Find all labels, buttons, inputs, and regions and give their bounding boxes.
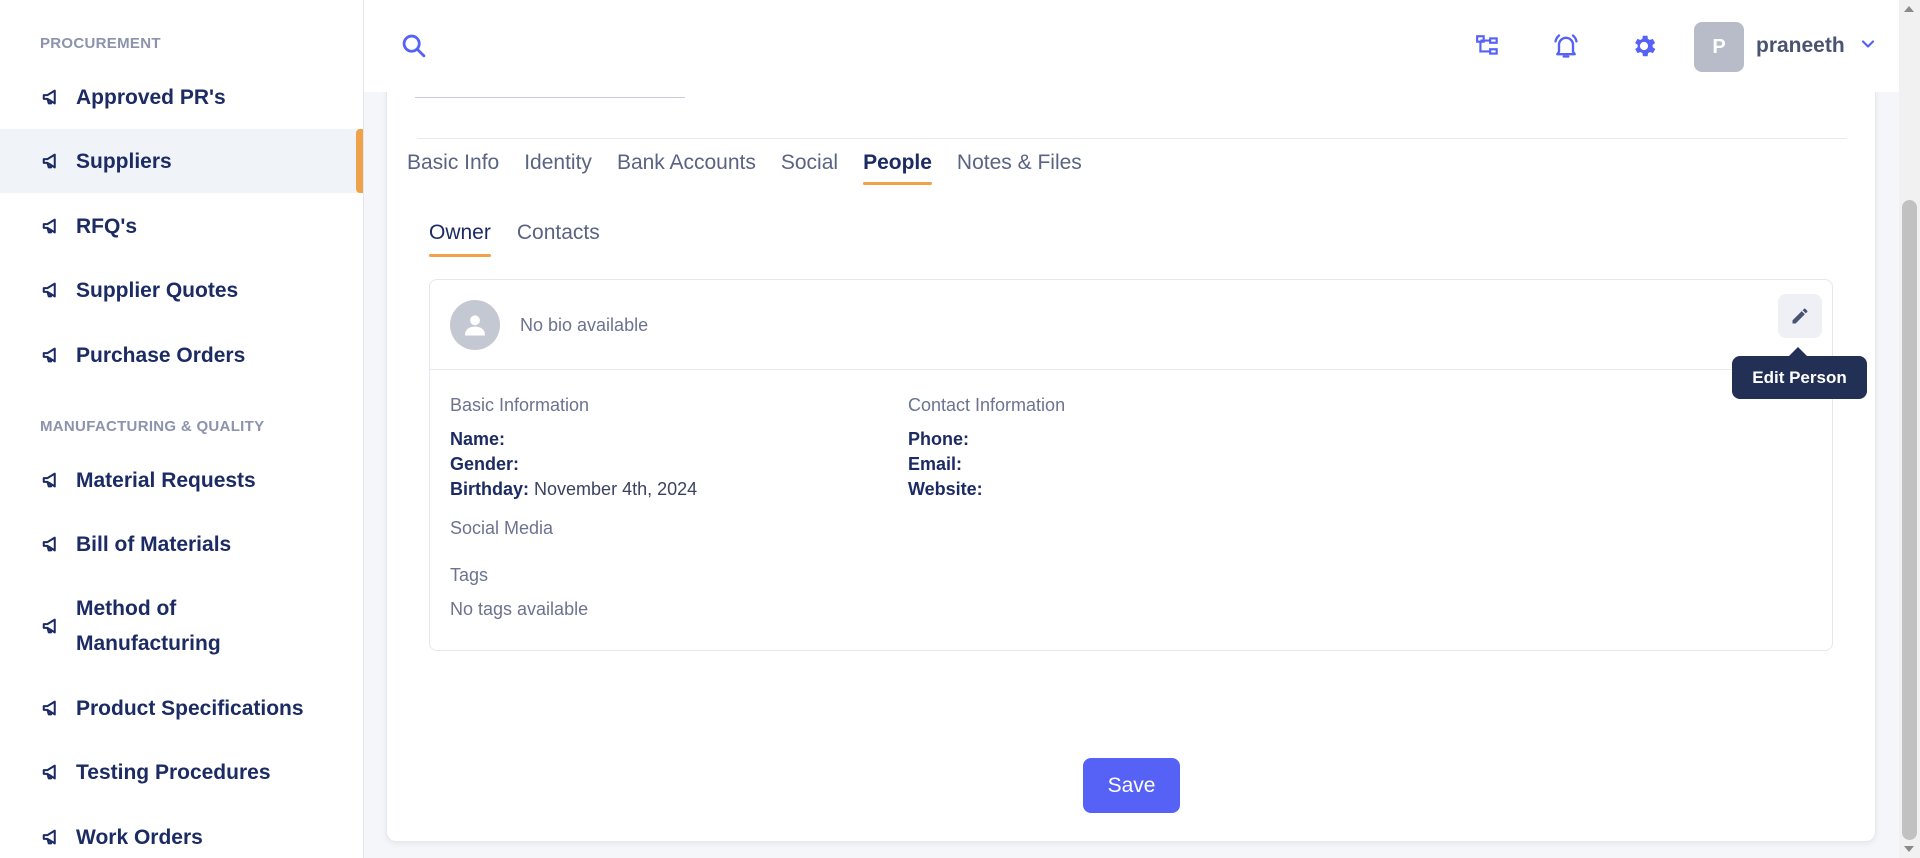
divider — [417, 138, 1847, 139]
supplier-detail-card: Basic Info Identity Bank Accounts Social… — [386, 60, 1876, 842]
sidebar-item-approved-prs[interactable]: Approved PR's — [0, 65, 363, 129]
edit-person-tooltip: Edit Person — [1732, 347, 1867, 399]
top-bar: P praneeth — [364, 0, 1900, 92]
gender-label: Gender: — [450, 454, 520, 474]
sidebar-item-label: Supplier Quotes — [76, 278, 239, 302]
sidebar-item-label: Approved PR's — [76, 85, 226, 109]
tags-title: Tags — [450, 565, 489, 585]
tab-bank-accounts[interactable]: Bank Accounts — [617, 151, 756, 185]
sidebar-item-purchase-orders[interactable]: Purchase Orders — [0, 323, 363, 387]
sidebar-item-label: Product Specifications — [76, 696, 304, 720]
megaphone-icon — [40, 149, 64, 173]
scroll-up-arrow-icon[interactable] — [1904, 6, 1914, 12]
sidebar-item-label: Purchase Orders — [76, 343, 246, 367]
megaphone-icon — [40, 85, 64, 109]
tab-basic-info[interactable]: Basic Info — [407, 151, 499, 185]
phone-field: Phone: — [908, 429, 969, 450]
user-avatar[interactable]: P — [1694, 22, 1744, 72]
sidebar-item-label: RFQ's — [76, 214, 138, 238]
sidebar-item-label: Suppliers — [76, 149, 172, 173]
website-label: Website: — [908, 479, 983, 499]
megaphone-icon — [40, 278, 64, 302]
birthday-label: Birthday: — [450, 479, 530, 499]
owner-person-card: No bio available Basic Information Name:… — [429, 279, 1833, 651]
sidebar-item-label: Work Orders — [76, 825, 203, 849]
sidebar: PROCUREMENT Approved PR's Suppliers RFQ'… — [0, 0, 364, 858]
sidebar-item-material-requests[interactable]: Material Requests — [0, 448, 363, 512]
sidebar-item-label: Bill of Materials — [76, 532, 232, 556]
chevron-down-icon[interactable] — [1858, 34, 1878, 54]
save-button[interactable]: Save — [1083, 758, 1180, 813]
sidebar-item-bill-of-materials[interactable]: Bill of Materials — [0, 512, 363, 576]
section-title-procurement: PROCUREMENT — [40, 35, 161, 52]
partial-input-underline — [415, 97, 685, 98]
contact-information-title: Contact Information — [908, 395, 1066, 415]
gear-icon[interactable] — [1628, 30, 1660, 62]
megaphone-icon — [40, 343, 64, 367]
sidebar-item-suppliers[interactable]: Suppliers — [0, 129, 363, 193]
sidebar-item-rfqs[interactable]: RFQ's — [0, 194, 363, 258]
user-icon — [461, 311, 489, 339]
email-label: Email: — [908, 454, 963, 474]
megaphone-icon — [40, 825, 64, 849]
pencil-icon — [1790, 306, 1810, 326]
basic-information-title: Basic Information — [450, 395, 590, 415]
sidebar-item-method-of-manufacturing[interactable]: Method of Manufacturing — [0, 578, 363, 674]
sidebar-item-label: Testing Procedures — [76, 760, 271, 784]
bell-icon[interactable] — [1550, 30, 1582, 62]
birthday-field: Birthday: November 4th, 2024 — [450, 479, 697, 500]
people-subtabs: Owner Contacts — [429, 221, 600, 257]
social-media-title: Social Media — [450, 518, 554, 538]
subtab-contacts[interactable]: Contacts — [517, 221, 600, 257]
name-field: Name: — [450, 429, 505, 450]
megaphone-icon — [40, 532, 64, 556]
phone-label: Phone: — [908, 429, 969, 449]
name-label: Name: — [450, 429, 506, 449]
megaphone-icon — [40, 760, 64, 784]
avatar — [450, 300, 500, 350]
tab-people[interactable]: People — [863, 151, 932, 185]
sidebar-item-supplier-quotes[interactable]: Supplier Quotes — [0, 258, 363, 322]
sidebar-item-product-specifications[interactable]: Product Specifications — [0, 676, 363, 740]
megaphone-icon — [40, 214, 64, 238]
page-scrollbar[interactable] — [1899, 0, 1920, 858]
megaphone-icon — [40, 696, 64, 720]
sidebar-item-label: Material Requests — [76, 468, 256, 492]
username[interactable]: praneeth — [1756, 34, 1845, 58]
scroll-thumb[interactable] — [1902, 200, 1917, 840]
person-header: No bio available — [430, 280, 1832, 370]
gender-field: Gender: — [450, 454, 519, 475]
person-bio: No bio available — [520, 315, 649, 335]
sidebar-item-work-orders[interactable]: Work Orders — [0, 805, 363, 858]
tab-identity[interactable]: Identity — [524, 151, 592, 185]
sidebar-item-label: Method of Manufacturing — [76, 597, 221, 655]
tab-social[interactable]: Social — [781, 151, 838, 185]
edit-person-button[interactable] — [1778, 294, 1822, 338]
subtab-owner[interactable]: Owner — [429, 221, 491, 257]
megaphone-icon — [40, 468, 64, 492]
sidebar-item-testing-procedures[interactable]: Testing Procedures — [0, 740, 363, 804]
search-icon[interactable] — [400, 32, 428, 60]
section-title-manufacturing: MANUFACTURING & QUALITY — [40, 418, 265, 435]
main-tabs: Basic Info Identity Bank Accounts Social… — [407, 151, 1082, 185]
scroll-down-arrow-icon[interactable] — [1904, 846, 1914, 852]
birthday-value: November 4th, 2024 — [534, 479, 698, 499]
website-field: Website: — [908, 479, 983, 500]
tags-empty-text: No tags available — [450, 599, 589, 619]
tab-notes-files[interactable]: Notes & Files — [957, 151, 1082, 185]
org-chart-icon[interactable] — [1472, 30, 1504, 62]
email-field: Email: — [908, 454, 962, 475]
megaphone-icon — [40, 614, 64, 638]
